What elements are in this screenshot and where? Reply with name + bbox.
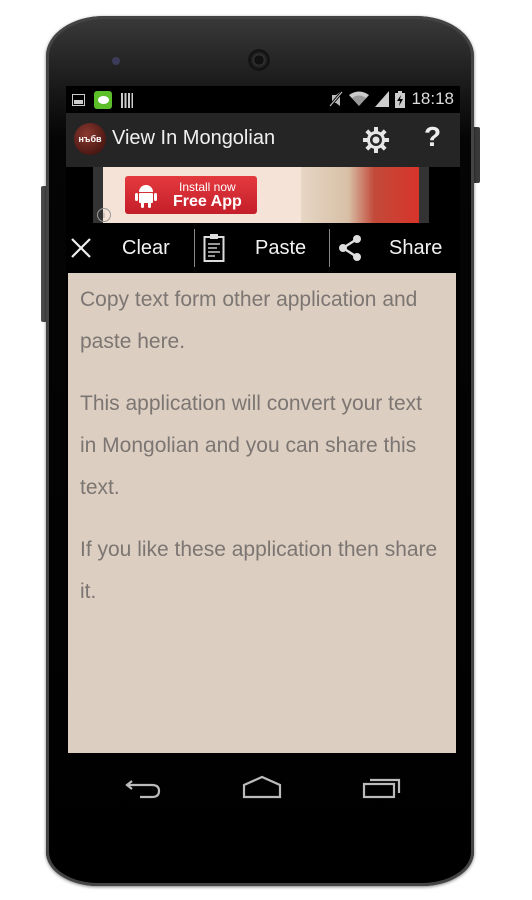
screen: 18:18 нъбв View In Mongolian ? Install n…	[66, 86, 460, 753]
clear-label: Clear	[122, 236, 170, 259]
signal-icon	[375, 91, 390, 107]
app-title: View In Mongolian	[112, 127, 276, 149]
ad-banner[interactable]: Install now Free App i	[93, 167, 429, 223]
content-paragraph: If you like these application then share…	[80, 538, 438, 603]
divider	[194, 229, 195, 267]
power-button	[474, 127, 480, 183]
help-button[interactable]: ?	[424, 121, 441, 153]
paste-button[interactable]: Paste	[203, 223, 329, 273]
ad-info-icon[interactable]: i	[97, 208, 111, 222]
status-bar: 18:18	[66, 86, 460, 113]
barcode-icon	[121, 92, 133, 108]
line-app-icon	[94, 91, 112, 109]
home-icon[interactable]	[242, 773, 282, 801]
app-logo[interactable]: нъбв	[74, 123, 106, 155]
ad-line-1: Install now	[179, 180, 236, 194]
battery-charging-icon	[395, 90, 406, 108]
ad-photo	[301, 167, 419, 223]
earpiece-speaker	[248, 49, 270, 71]
gallery-icon	[72, 94, 85, 106]
ad-line-2: Free App	[173, 193, 242, 210]
divider	[329, 229, 330, 267]
content-paragraph: Copy text form other application and pas…	[80, 288, 418, 353]
share-label: Share	[389, 236, 443, 259]
paste-label: Paste	[255, 236, 307, 259]
clear-button[interactable]: Clear	[70, 223, 194, 273]
android-icon	[135, 185, 157, 208]
edit-toolbar: Clear Paste Share	[66, 223, 460, 273]
front-camera	[112, 57, 120, 65]
close-icon	[71, 238, 91, 258]
navigation-bar	[66, 753, 460, 823]
recents-icon[interactable]	[362, 773, 402, 801]
share-button[interactable]: Share	[338, 223, 460, 273]
action-bar: нъбв View In Mongolian ?	[66, 113, 460, 167]
wifi-icon	[349, 91, 370, 106]
gear-icon[interactable]	[362, 126, 390, 154]
ad-border-right	[419, 167, 429, 223]
content-paragraph: This application will convert your text …	[80, 392, 422, 499]
share-icon	[339, 235, 361, 261]
back-icon[interactable]	[124, 773, 164, 801]
text-area[interactable]: Copy text form other application and pas…	[68, 273, 456, 753]
clipboard-icon	[203, 234, 225, 262]
clock: 18:18	[411, 89, 454, 108]
mute-icon	[329, 91, 344, 107]
ad-install-button[interactable]: Install now Free App	[125, 176, 257, 214]
